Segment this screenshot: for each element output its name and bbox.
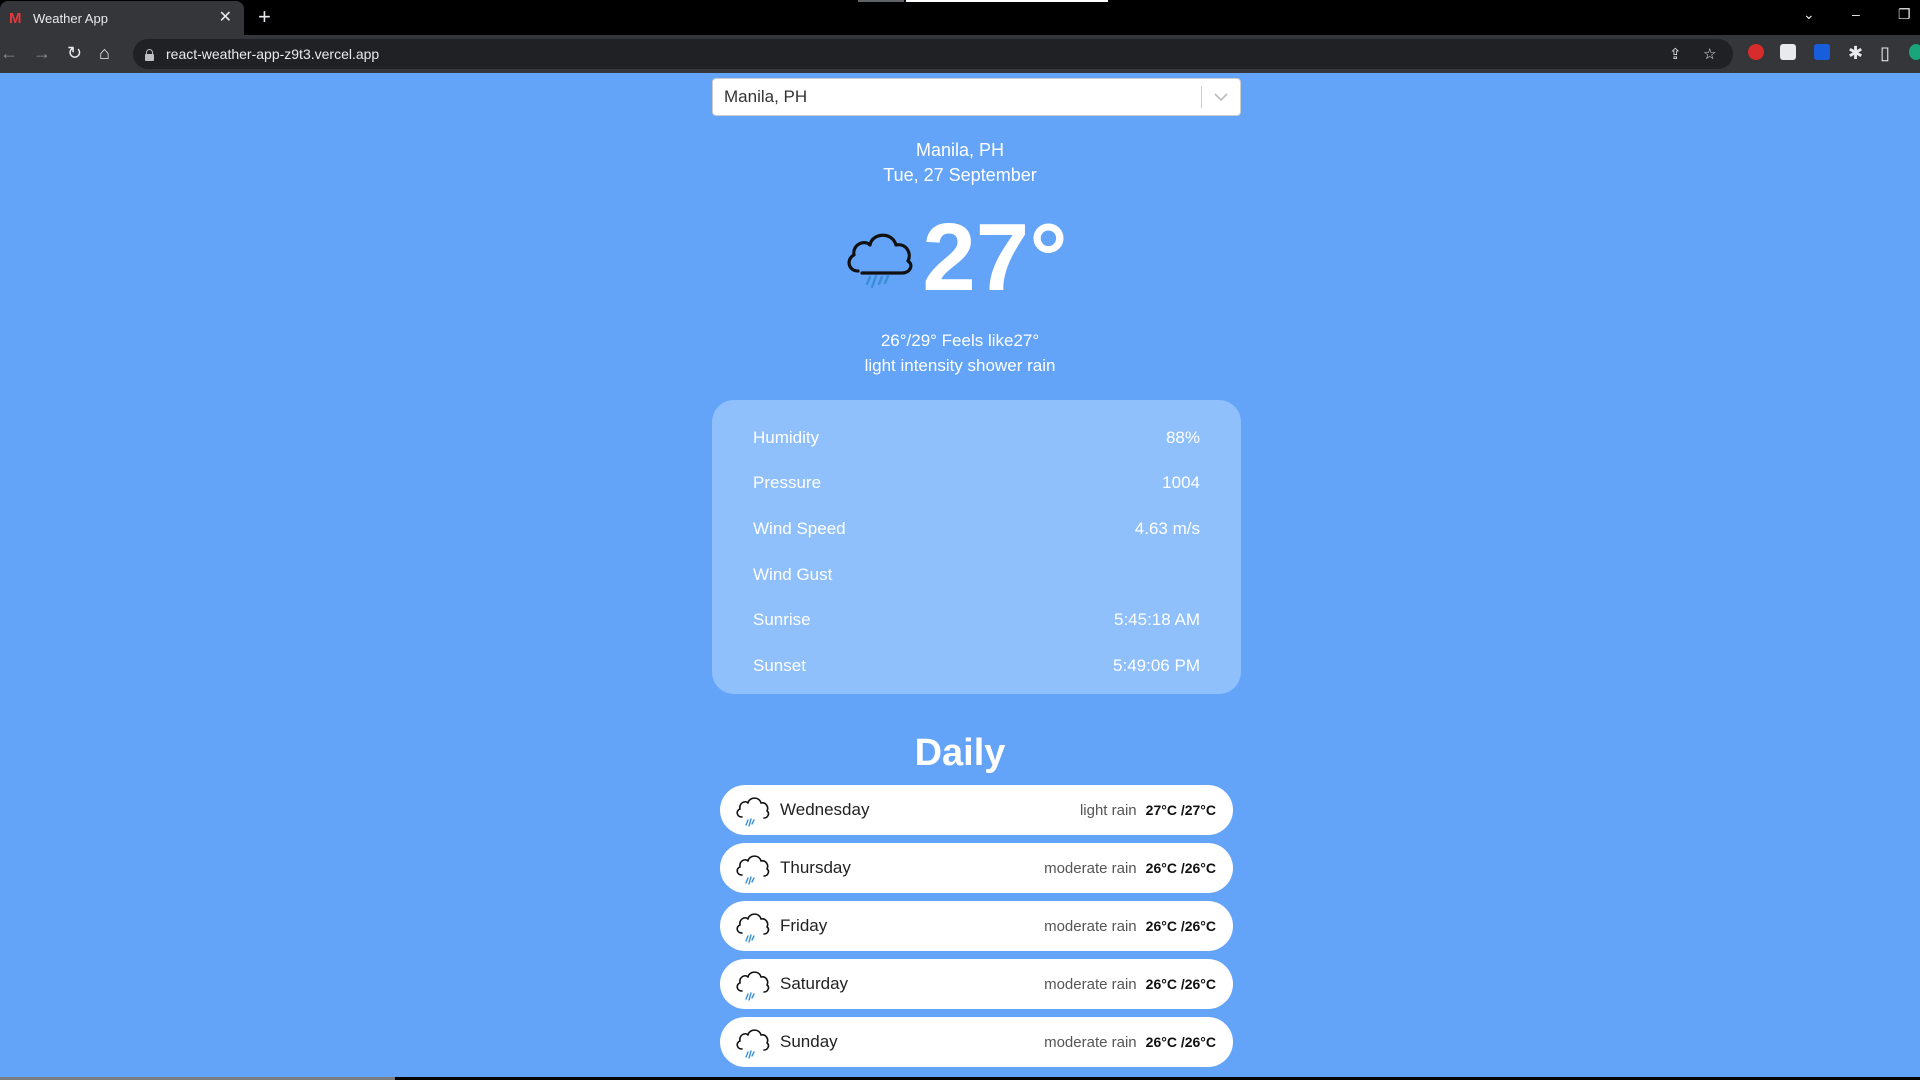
tab-strip-indicator-active	[906, 0, 1108, 2]
day-name: Saturday	[780, 974, 849, 993]
reload-icon[interactable]: ↻	[67, 44, 82, 62]
back-icon[interactable]: ←	[0, 44, 18, 62]
daily-row: Friday moderate rain 26°C /26°C	[720, 901, 1233, 951]
detail-row-wind-gust: Wind Gust	[753, 552, 1200, 598]
day-temperatures: 27°C /27°C	[1145, 802, 1216, 818]
rain-cloud-icon	[736, 797, 770, 827]
detail-row-wind-speed: Wind Speed 4.63 m/s	[753, 506, 1200, 552]
weather-description: light intensity shower rain	[864, 356, 1056, 375]
daily-row: Sunday moderate rain 26°C /26°C	[720, 1017, 1233, 1067]
selected-city: Manila, PH	[724, 87, 808, 106]
day-description: moderate rain	[1044, 975, 1137, 993]
browser-tab[interactable]: M Weather App ✕	[0, 1, 244, 35]
current-date: Tue, 27 September	[883, 165, 1037, 185]
detail-label: Wind Gust	[753, 564, 833, 584]
forward-icon[interactable]: →	[33, 44, 51, 62]
restore-icon[interactable]: ❐	[1898, 6, 1911, 23]
share-icon[interactable]: ⇪	[1669, 47, 1682, 62]
detail-value: 1004	[1162, 473, 1200, 493]
url-text[interactable]: react-weather-app-z9t3.vercel.app	[166, 46, 379, 62]
detail-value: 5:45:18 AM	[1113, 610, 1200, 630]
day-temperatures: 26°C /26°C	[1145, 1034, 1216, 1050]
daily-title: Daily	[914, 732, 1006, 774]
new-tab-icon[interactable]: +	[258, 6, 271, 28]
current-temperature-block: 27°	[0, 208, 1920, 308]
browser-toolbar: ← → ↻ ⌂ react-weather-app-z9t3.vercel.ap…	[0, 35, 1920, 73]
day-description: moderate rain	[1044, 1033, 1137, 1051]
qr-extension-icon[interactable]	[1780, 44, 1796, 60]
bitwarden-extension-icon[interactable]	[1814, 44, 1830, 60]
tab-title: Weather App	[33, 10, 108, 26]
rain-cloud-icon	[736, 1029, 770, 1059]
rain-cloud-icon	[736, 913, 770, 943]
current-temperature: 27°	[922, 204, 1068, 311]
day-name: Friday	[780, 916, 828, 935]
detail-label: Sunrise	[753, 610, 811, 630]
close-icon[interactable]: ✕	[219, 10, 232, 26]
address-bar[interactable]: react-weather-app-z9t3.vercel.app ⇪ ☆	[133, 39, 1733, 69]
temp-range-feels-like: 26°/29° Feels like27°	[880, 331, 1040, 350]
day-name: Thursday	[780, 858, 851, 877]
gmail-favicon-icon: M	[9, 9, 22, 27]
day-temperatures: 26°C /26°C	[1145, 918, 1216, 934]
detail-label: Pressure	[753, 473, 822, 493]
tab-strip-indicator	[858, 0, 904, 2]
day-temperatures: 26°C /26°C	[1145, 860, 1216, 876]
profile-avatar[interactable]	[1909, 44, 1920, 60]
star-icon[interactable]: ☆	[1703, 47, 1716, 62]
day-description: light rain	[1079, 801, 1137, 819]
weather-details-card: Humidity 88% Pressure 1004 Wind Speed 4.…	[712, 400, 1241, 694]
daily-row: Saturday moderate rain 26°C /26°C	[720, 959, 1233, 1009]
detail-value: 5:49:06 PM	[1113, 655, 1200, 675]
rain-cloud-icon	[736, 971, 770, 1001]
daily-row: Wednesday light rain 27°C /27°C	[720, 785, 1233, 835]
detail-label: Sunset	[753, 655, 806, 675]
detail-row-sunset: Sunset 5:49:06 PM	[753, 643, 1200, 689]
chevron-down-icon[interactable]: ⌄	[1803, 6, 1815, 23]
day-name: Wednesday	[780, 800, 870, 819]
minimize-icon[interactable]: –	[1852, 6, 1860, 22]
day-name: Sunday	[780, 1032, 838, 1051]
tab-bar: M Weather App ✕ + ⌄ – ❐	[0, 0, 1920, 35]
detail-label: Wind Speed	[753, 518, 846, 538]
city-search-select[interactable]: Manila, PH	[712, 78, 1241, 116]
sidepanel-icon[interactable]: ▯	[1880, 44, 1890, 62]
detail-row-sunrise: Sunrise 5:45:18 AM	[753, 597, 1200, 643]
detail-value: 4.63 m/s	[1134, 518, 1200, 538]
detail-row-humidity: Humidity 88%	[753, 415, 1200, 461]
detail-value: 88%	[1165, 427, 1200, 447]
city-name: Manila, PH	[915, 140, 1005, 160]
detail-label: Humidity	[753, 427, 820, 447]
lock-icon[interactable]	[145, 48, 154, 61]
day-temperatures: 26°C /26°C	[1145, 976, 1216, 992]
extensions-icon[interactable]: ✱	[1848, 44, 1863, 62]
rain-cloud-icon	[847, 233, 913, 289]
daily-row: Thursday moderate rain 26°C /26°C	[720, 843, 1233, 893]
chevron-down-icon[interactable]	[1202, 92, 1240, 102]
detail-row-pressure: Pressure 1004	[753, 461, 1200, 507]
day-description: moderate rain	[1044, 859, 1137, 877]
rain-cloud-icon	[736, 855, 770, 885]
day-description: moderate rain	[1044, 917, 1137, 935]
home-icon[interactable]: ⌂	[99, 44, 110, 62]
adblock-extension-icon[interactable]	[1748, 44, 1764, 60]
